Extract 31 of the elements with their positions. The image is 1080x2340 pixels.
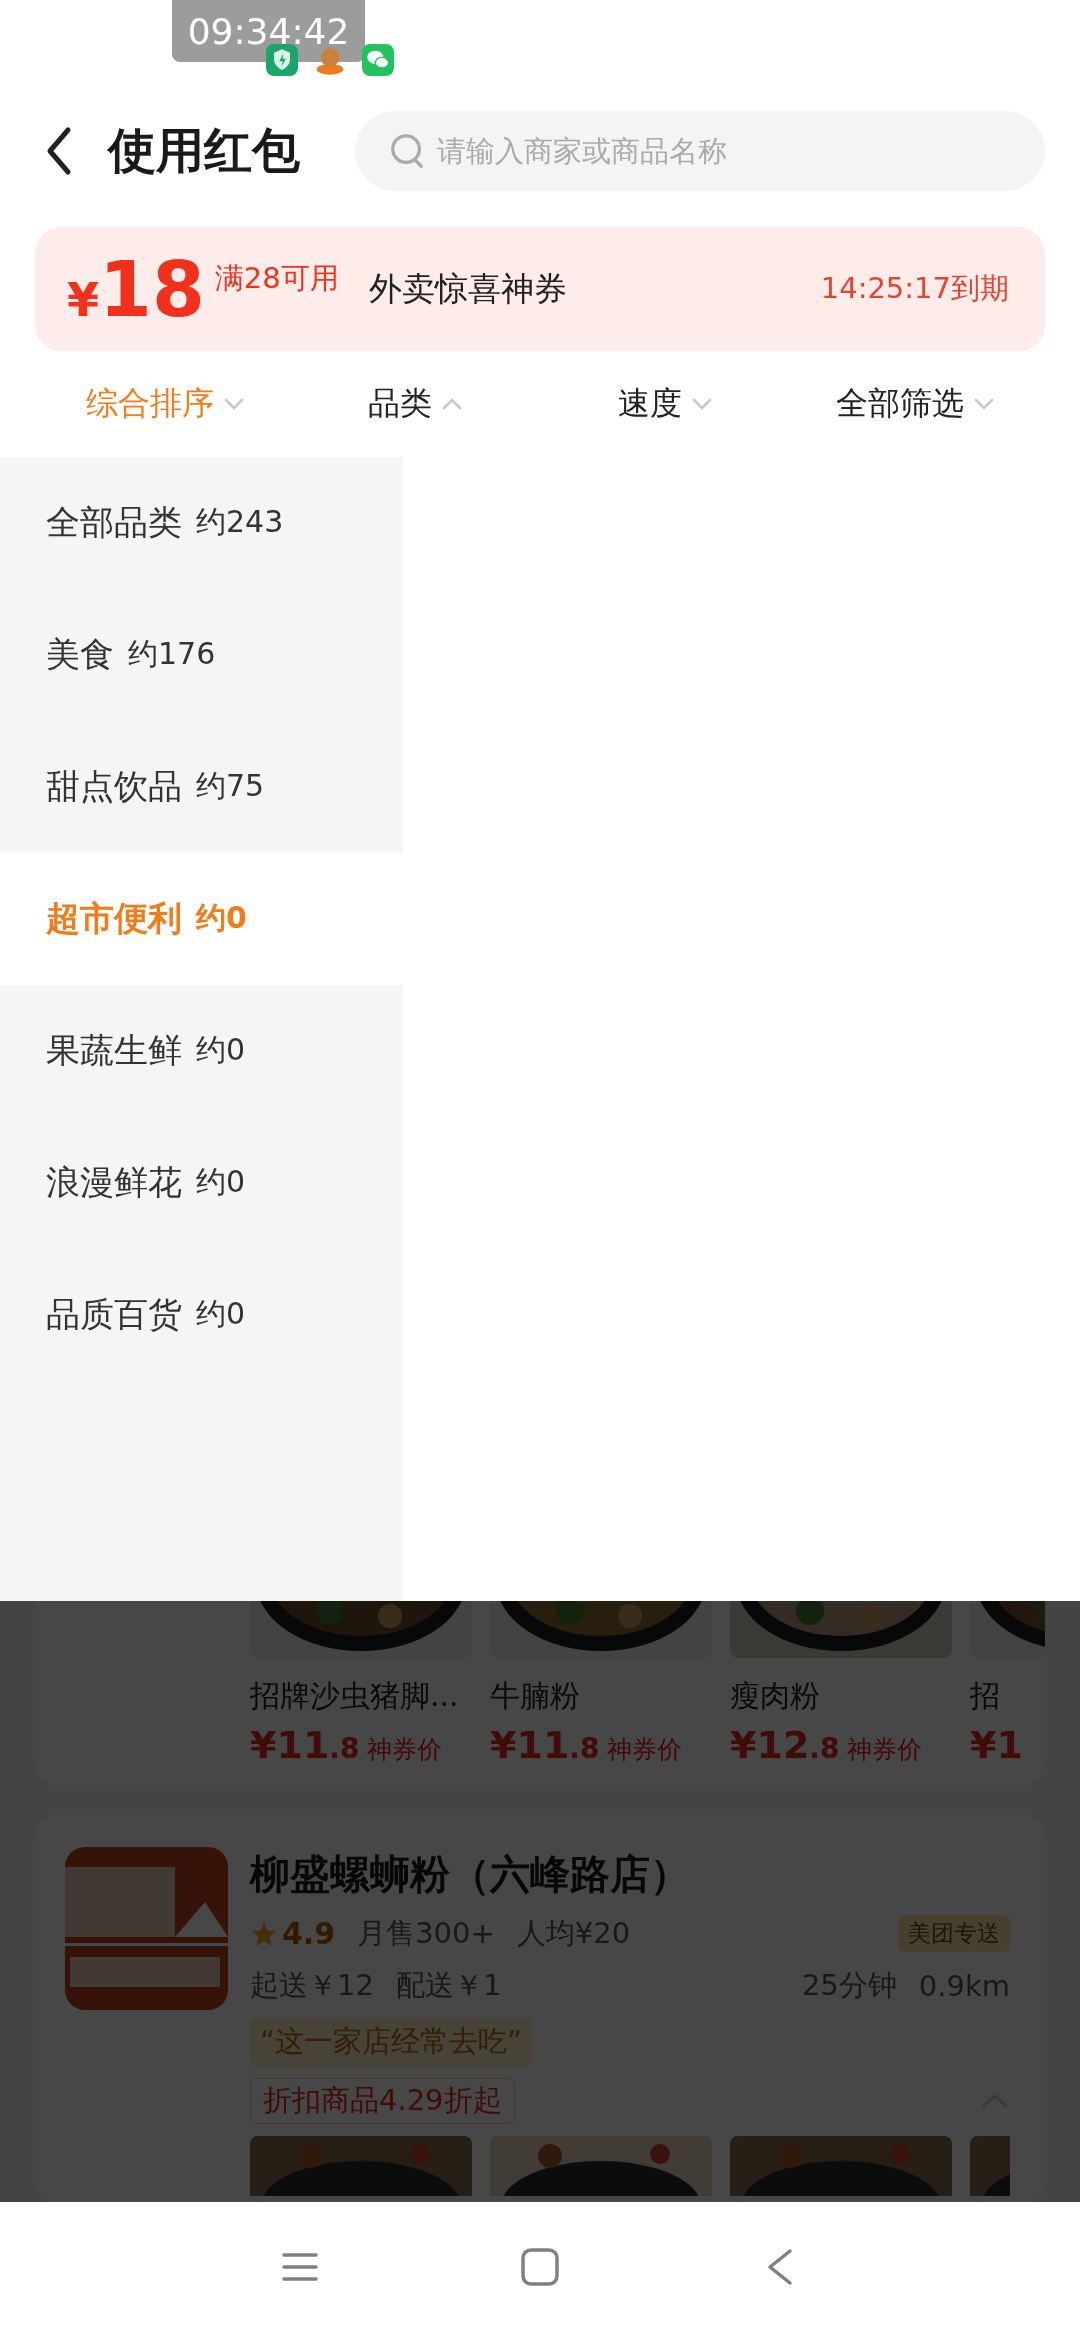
product-name: 招: [970, 1676, 1001, 1715]
price-label: 神券价: [847, 1733, 923, 1766]
shield-app-icon: [266, 44, 298, 76]
product-name: 瘦肉粉: [730, 1676, 821, 1715]
sort-tab[interactable]: 全部筛选: [836, 381, 994, 426]
coupon-amount: ¥18: [67, 244, 205, 334]
coupon-condition: 满28可用: [214, 260, 339, 298]
search-field[interactable]: 请输入商家或商品名称: [355, 111, 1045, 192]
chat-app-icon: [362, 44, 394, 76]
store-name: 柳盛螺蛳粉（六峰路店）: [250, 1849, 691, 1899]
status-time: 09:34:42: [172, 0, 365, 62]
store-rating: 4.9: [282, 1916, 336, 1952]
caret-icon: [442, 397, 462, 410]
price-label: 神券价: [367, 1733, 443, 1766]
product-price: ¥1: [970, 1722, 1023, 1767]
caret-icon: [692, 397, 712, 410]
discount-tag: 折扣商品4.29折起: [250, 2077, 515, 2124]
product-price: ¥11.8: [490, 1722, 600, 1767]
coupon-name: 外卖惊喜神券: [368, 267, 567, 310]
sort-tab[interactable]: 品类: [368, 381, 462, 426]
page-title: 使用红包: [108, 121, 300, 181]
home-icon[interactable]: [520, 2247, 560, 2288]
coupon-expiry: 14:25:17到期: [820, 270, 1009, 308]
caret-icon: [974, 397, 994, 410]
sort-tab[interactable]: 速度: [618, 381, 712, 426]
product-name: 招牌沙虫猪脚...: [250, 1676, 460, 1715]
price-label: 神券价: [607, 1733, 683, 1766]
product-price: ¥11.8: [250, 1722, 360, 1767]
product-name: 牛腩粉: [490, 1676, 581, 1715]
product-price: ¥12.8: [730, 1722, 840, 1767]
caret-icon: [224, 397, 244, 410]
